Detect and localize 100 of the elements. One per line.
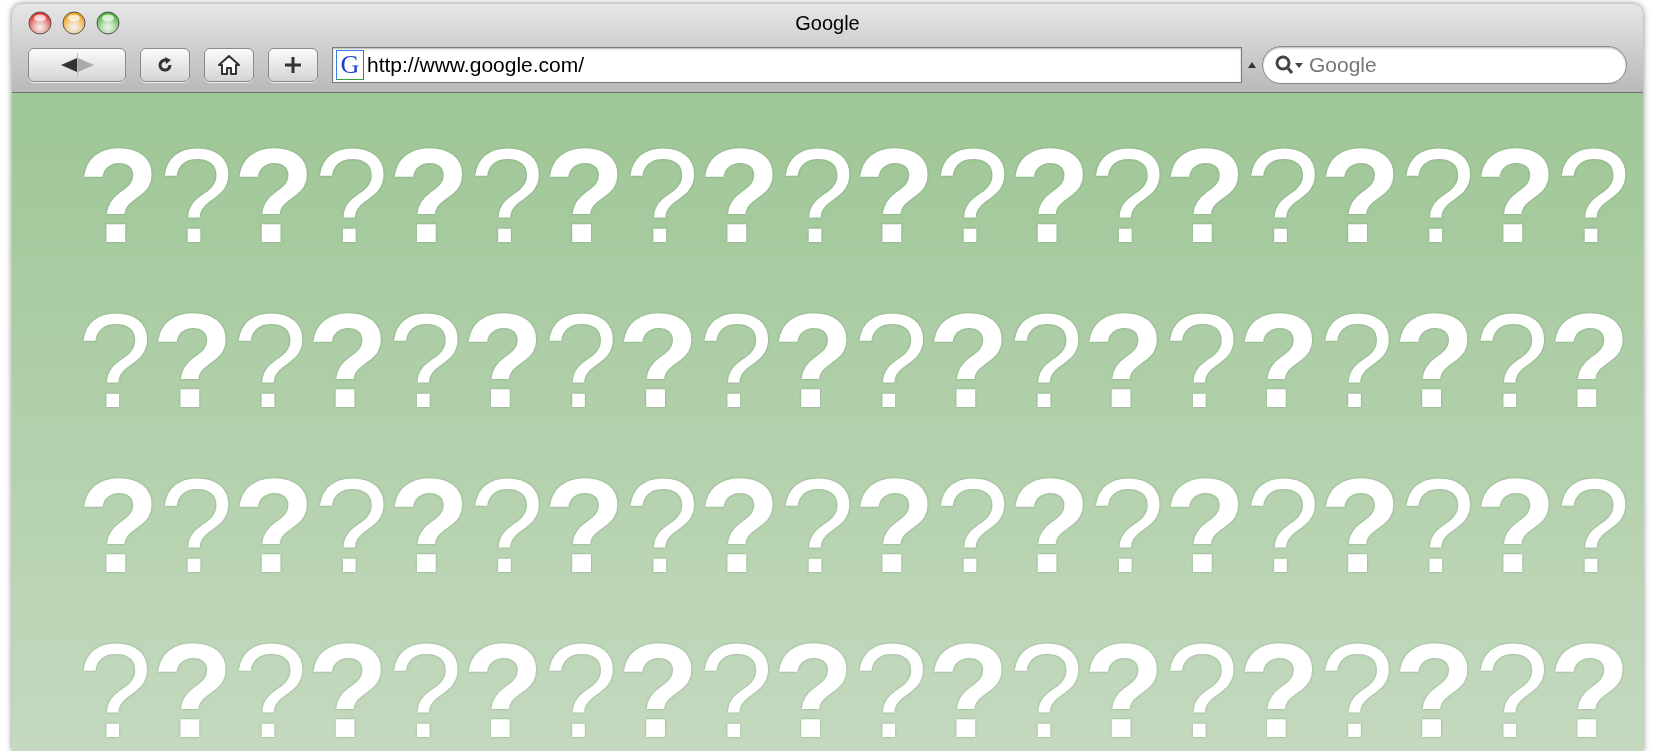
question-mark: ? [388,451,470,602]
question-mark: ? [1164,286,1239,437]
question-mark: ? [1009,451,1091,602]
question-mark: ? [1238,286,1320,437]
question-mark: ? [928,616,1010,751]
question-mark: ? [469,451,544,602]
question-mark: ? [233,286,308,437]
question-mark: ? [159,451,234,602]
question-mark: ? [698,616,773,751]
question-mark: ? [1393,616,1475,751]
question-mark: ? [462,616,544,751]
question-mark: ? [617,286,699,437]
address-text: http://www.google.com/ [367,52,585,79]
question-mark: ? [1238,616,1320,751]
question-mark: ? [233,616,308,751]
question-mark: ? [935,121,1010,272]
question-mark: ? [1164,121,1246,272]
question-mark: ? [935,451,1010,602]
question-mark: ? [1474,616,1549,751]
back-forward-button[interactable] [28,48,126,82]
search-icon [1275,55,1303,75]
question-mark: ? [314,121,389,272]
home-icon [218,55,240,75]
question-mark: ? [462,286,544,437]
question-mark: ? [543,286,618,437]
question-mark: ? [1090,451,1165,602]
question-mark: ? [543,616,618,751]
question-mark: ? [1319,616,1394,751]
zoom-icon[interactable] [96,11,120,35]
question-mark: ? [854,616,929,751]
question-mark: ? [854,286,929,437]
question-mark: ? [854,121,936,272]
question-mark: ? [1548,286,1631,437]
question-mark: ? [1401,121,1475,272]
question-mark: ? [388,616,463,751]
question-mark: ? [78,286,152,437]
minimize-icon[interactable] [62,11,86,35]
question-mark: ? [1245,451,1320,602]
question-mark: ? [1474,286,1549,437]
question-mark: ? [928,286,1010,437]
question-mark: ? [780,451,855,602]
caret-icon[interactable] [1248,62,1256,68]
question-mark: ? [543,451,625,602]
question-mark: ? [1556,121,1631,272]
add-bookmark-button[interactable] [268,48,318,82]
reload-icon [156,56,174,74]
question-mark: ? [151,616,234,751]
search-input[interactable]: Google [1309,49,1614,81]
question-mark: ? [1556,451,1631,602]
question-mark: ? [624,451,699,602]
question-mark: ? [233,121,315,272]
address-field[interactable]: G http://www.google.com/ [332,47,1242,83]
question-mark: ? [698,286,773,437]
question-mark: ? [1009,286,1084,437]
question-mark: ? [1548,616,1631,751]
search-field[interactable]: Google [1262,46,1627,84]
question-mark: ? [159,121,234,272]
close-icon[interactable] [28,11,52,35]
question-mark: ? [307,286,389,437]
favicon: G [336,50,364,80]
question-mark: ? [78,451,160,602]
question-mark: ? [1319,286,1394,437]
question-mark: ? [1009,121,1091,272]
question-mark: ? [772,286,855,437]
question-mark: ? [1009,616,1084,751]
question-mark: ? [1083,286,1165,437]
question-mark: ? [469,121,544,272]
reload-button[interactable] [140,48,190,82]
question-mark: ? [854,451,936,602]
question-mark: ? [1083,616,1165,751]
question-mark: ? [698,451,781,602]
question-mark: ? [543,121,625,272]
question-mark: ? [1245,121,1320,272]
question-mark: ? [388,286,463,437]
question-mark: ? [1090,121,1165,272]
question-mark: ? [1401,451,1475,602]
question-mark: ? [1474,451,1557,602]
window-title: Google [795,11,860,36]
question-mark: ? [780,121,855,272]
question-mark: ? [617,616,699,751]
question-mark: ? [307,616,389,751]
plus-icon [284,56,302,74]
home-button[interactable] [204,48,254,82]
question-mark: ? [1164,616,1239,751]
question-mark: ? [78,121,160,272]
question-mark: ? [1393,286,1475,437]
question-mark: ? [1164,451,1246,602]
question-mark: ? [1319,451,1401,602]
question-mark: ? [233,451,315,602]
question-mark: ? [388,121,470,272]
question-mark: ? [698,121,781,272]
question-mark: ? [314,451,389,602]
question-mark: ? [772,616,855,751]
forward-icon [77,58,94,72]
question-mark: ? [624,121,699,272]
question-mark: ? [78,616,152,751]
back-icon [60,58,77,72]
question-mark: ? [151,286,234,437]
question-mark: ? [1474,121,1557,272]
question-mark: ? [1319,121,1401,272]
